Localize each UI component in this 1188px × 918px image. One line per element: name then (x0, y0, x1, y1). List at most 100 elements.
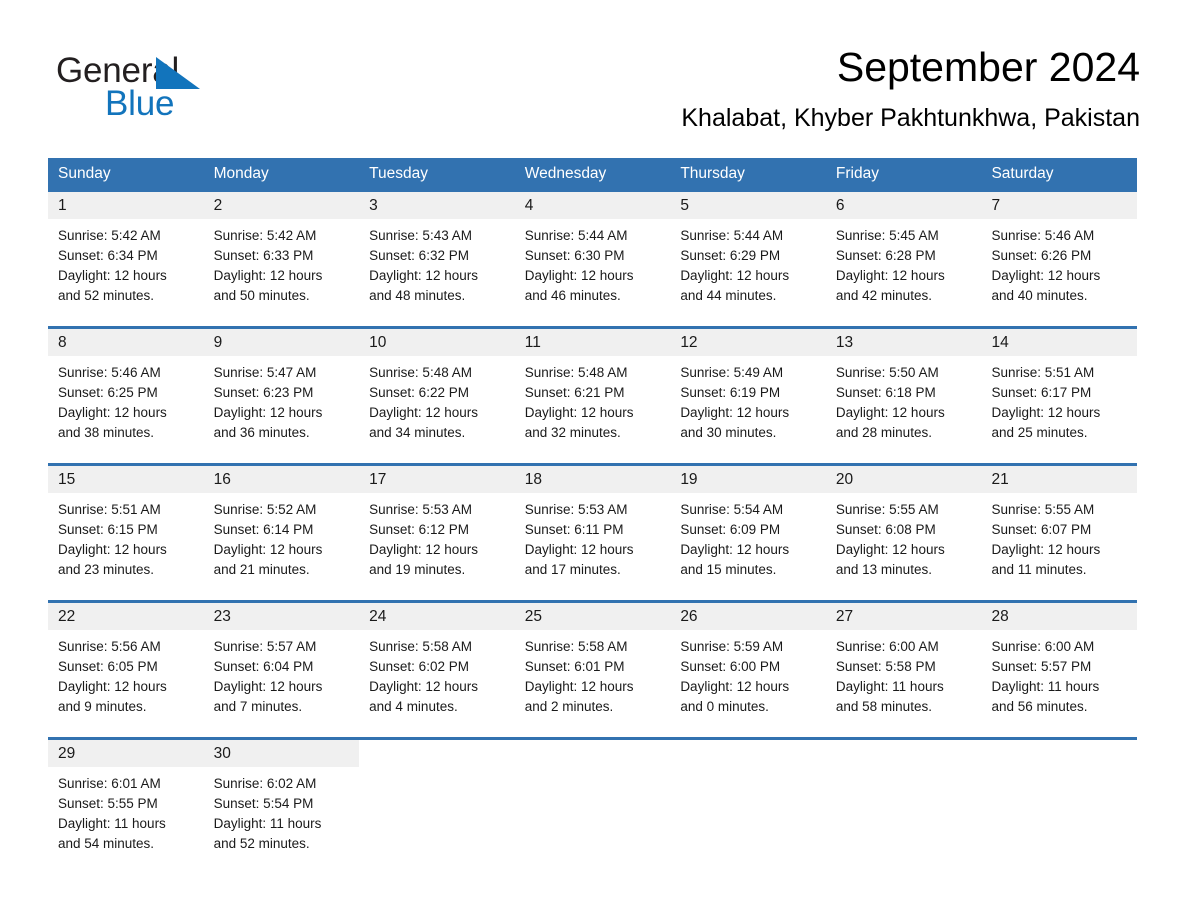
weekday-header-row: Sunday Monday Tuesday Wednesday Thursday… (48, 158, 1137, 189)
day-number: 14 (981, 329, 1138, 356)
day-number: 17 (359, 466, 515, 493)
daylight-text-line1: Daylight: 12 hours (835, 405, 945, 420)
day-cell[interactable]: 27 Sunrise: 6:00 AM Sunset: 5:58 PM Dayl… (825, 603, 982, 737)
sunset-text: Sunset: 6:00 PM (680, 659, 781, 674)
day-cell[interactable]: 17 Sunrise: 5:53 AM Sunset: 6:12 PM Dayl… (359, 466, 515, 600)
day-cell[interactable]: 28 Sunrise: 6:00 AM Sunset: 5:57 PM Dayl… (981, 603, 1138, 737)
day-details: Sunrise: 5:55 AM Sunset: 6:07 PM Dayligh… (981, 493, 1137, 580)
daylight-text-line2: and 30 minutes. (680, 425, 777, 440)
day-cell[interactable]: 16 Sunrise: 5:52 AM Sunset: 6:14 PM Dayl… (203, 466, 360, 600)
daylight-text-line2: and 42 minutes. (835, 288, 932, 303)
day-cell[interactable]: 13 Sunrise: 5:50 AM Sunset: 6:18 PM Dayl… (825, 329, 982, 463)
daylight-text-line2: and 58 minutes. (835, 699, 932, 714)
day-cell[interactable]: 7 Sunrise: 5:46 AM Sunset: 6:26 PM Dayli… (981, 192, 1138, 326)
daylight-text-line2: and 25 minutes. (991, 425, 1088, 440)
day-details: Sunrise: 5:45 AM Sunset: 6:28 PM Dayligh… (826, 219, 982, 306)
daylight-text-line2: and 4 minutes. (369, 699, 458, 714)
day-cell[interactable]: 22 Sunrise: 5:56 AM Sunset: 6:05 PM Dayl… (48, 603, 204, 737)
daylight-text-line2: and 11 minutes. (991, 562, 1087, 577)
daylight-text-line1: Daylight: 12 hours (524, 268, 634, 283)
sunset-text: Sunset: 6:18 PM (835, 385, 936, 400)
day-cell[interactable]: 14 Sunrise: 5:51 AM Sunset: 6:17 PM Dayl… (981, 329, 1138, 463)
day-cell[interactable]: 6 Sunrise: 5:45 AM Sunset: 6:28 PM Dayli… (825, 192, 982, 326)
day-cell-empty (981, 740, 1138, 860)
day-cell[interactable]: 4 Sunrise: 5:44 AM Sunset: 6:30 PM Dayli… (514, 192, 671, 326)
day-details: Sunrise: 5:51 AM Sunset: 6:17 PM Dayligh… (981, 356, 1137, 443)
daylight-text-line2: and 34 minutes. (369, 425, 466, 440)
sunset-text: Sunset: 6:19 PM (680, 385, 781, 400)
day-details: Sunrise: 5:44 AM Sunset: 6:30 PM Dayligh… (515, 219, 671, 306)
day-number: 13 (825, 329, 982, 356)
day-number (981, 740, 1138, 767)
day-number: 1 (48, 192, 204, 219)
day-cell[interactable]: 26 Sunrise: 5:59 AM Sunset: 6:00 PM Dayl… (670, 603, 826, 737)
day-cell[interactable]: 19 Sunrise: 5:54 AM Sunset: 6:09 PM Dayl… (670, 466, 826, 600)
day-cell[interactable]: 1 Sunrise: 5:42 AM Sunset: 6:34 PM Dayli… (48, 192, 204, 326)
day-cell[interactable]: 23 Sunrise: 5:57 AM Sunset: 6:04 PM Dayl… (203, 603, 360, 737)
daylight-text-line1: Daylight: 12 hours (524, 679, 634, 694)
weekday-header-sunday: Sunday (58, 165, 111, 182)
day-number: 4 (514, 192, 671, 219)
day-cell[interactable]: 9 Sunrise: 5:47 AM Sunset: 6:23 PM Dayli… (203, 329, 360, 463)
day-cell[interactable]: 12 Sunrise: 5:49 AM Sunset: 6:19 PM Dayl… (670, 329, 826, 463)
sunrise-text: Sunrise: 5:58 AM (524, 639, 628, 654)
daylight-text-line2: and 19 minutes. (369, 562, 466, 577)
day-cell[interactable]: 30 Sunrise: 6:02 AM Sunset: 5:54 PM Dayl… (203, 740, 360, 860)
week-row: 22 Sunrise: 5:56 AM Sunset: 6:05 PM Dayl… (48, 600, 1138, 737)
day-number: 5 (670, 192, 826, 219)
day-cell[interactable]: 11 Sunrise: 5:48 AM Sunset: 6:21 PM Dayl… (514, 329, 671, 463)
daylight-text-line1: Daylight: 12 hours (680, 268, 790, 283)
day-cell[interactable]: 20 Sunrise: 5:55 AM Sunset: 6:08 PM Dayl… (825, 466, 982, 600)
daylight-text-line1: Daylight: 11 hours (991, 679, 1100, 694)
day-cell[interactable]: 2 Sunrise: 5:42 AM Sunset: 6:33 PM Dayli… (203, 192, 360, 326)
day-cell[interactable]: 29 Sunrise: 6:01 AM Sunset: 5:55 PM Dayl… (48, 740, 204, 860)
day-cell[interactable]: 18 Sunrise: 5:53 AM Sunset: 6:11 PM Dayl… (514, 466, 671, 600)
sunrise-text: Sunrise: 5:46 AM (58, 365, 161, 380)
day-cell[interactable]: 5 Sunrise: 5:44 AM Sunset: 6:29 PM Dayli… (670, 192, 826, 326)
sunset-text: Sunset: 6:32 PM (369, 248, 469, 263)
sunrise-text: Sunrise: 5:49 AM (680, 365, 784, 380)
daylight-text-line1: Daylight: 12 hours (58, 268, 167, 283)
daylight-text-line1: Daylight: 12 hours (58, 405, 167, 420)
day-cell[interactable]: 10 Sunrise: 5:48 AM Sunset: 6:22 PM Dayl… (359, 329, 515, 463)
day-details: Sunrise: 6:00 AM Sunset: 5:57 PM Dayligh… (981, 630, 1137, 717)
day-cell[interactable]: 15 Sunrise: 5:51 AM Sunset: 6:15 PM Dayl… (48, 466, 204, 600)
day-number: 26 (670, 603, 826, 630)
day-details: Sunrise: 5:48 AM Sunset: 6:22 PM Dayligh… (359, 356, 515, 443)
sunrise-text: Sunrise: 6:01 AM (58, 776, 161, 791)
sunrise-text: Sunrise: 5:53 AM (524, 502, 628, 517)
daylight-text-line1: Daylight: 12 hours (213, 405, 323, 420)
day-cell[interactable]: 21 Sunrise: 5:55 AM Sunset: 6:07 PM Dayl… (981, 466, 1138, 600)
daylight-text-line1: Daylight: 12 hours (680, 679, 790, 694)
day-details: Sunrise: 5:54 AM Sunset: 6:09 PM Dayligh… (670, 493, 826, 580)
daylight-text-line1: Daylight: 12 hours (369, 542, 478, 557)
day-number: 27 (825, 603, 982, 630)
day-cell[interactable]: 25 Sunrise: 5:58 AM Sunset: 6:01 PM Dayl… (514, 603, 671, 737)
day-cell[interactable]: 3 Sunrise: 5:43 AM Sunset: 6:32 PM Dayli… (359, 192, 515, 326)
sunrise-text: Sunrise: 5:59 AM (680, 639, 784, 654)
sunrise-text: Sunrise: 6:00 AM (835, 639, 939, 654)
daylight-text-line1: Daylight: 12 hours (991, 542, 1101, 557)
day-cell[interactable]: 8 Sunrise: 5:46 AM Sunset: 6:25 PM Dayli… (48, 329, 204, 463)
week-row: 15 Sunrise: 5:51 AM Sunset: 6:15 PM Dayl… (48, 463, 1138, 600)
daylight-text-line2: and 54 minutes. (58, 836, 155, 851)
daylight-text-line1: Daylight: 12 hours (213, 679, 323, 694)
day-cell[interactable]: 24 Sunrise: 5:58 AM Sunset: 6:02 PM Dayl… (359, 603, 515, 737)
sunset-text: Sunset: 6:05 PM (58, 659, 158, 674)
sunset-text: Sunset: 6:33 PM (213, 248, 314, 263)
day-details: Sunrise: 5:59 AM Sunset: 6:00 PM Dayligh… (670, 630, 826, 717)
sunrise-text: Sunrise: 5:46 AM (991, 228, 1095, 243)
sunset-text: Sunset: 6:17 PM (991, 385, 1092, 400)
sunrise-text: Sunrise: 5:55 AM (835, 502, 939, 517)
weekday-header-friday: Friday (835, 165, 879, 182)
day-number: 3 (359, 192, 515, 219)
sunrise-text: Sunrise: 5:42 AM (58, 228, 161, 243)
sunset-text: Sunset: 6:23 PM (213, 385, 314, 400)
sunrise-text: Sunrise: 5:45 AM (835, 228, 939, 243)
day-number: 25 (514, 603, 671, 630)
day-number: 16 (203, 466, 360, 493)
daylight-text-line2: and 40 minutes. (991, 288, 1088, 303)
daylight-text-line2: and 48 minutes. (369, 288, 466, 303)
daylight-text-line2: and 13 minutes. (835, 562, 932, 577)
day-cell-empty (670, 740, 826, 860)
